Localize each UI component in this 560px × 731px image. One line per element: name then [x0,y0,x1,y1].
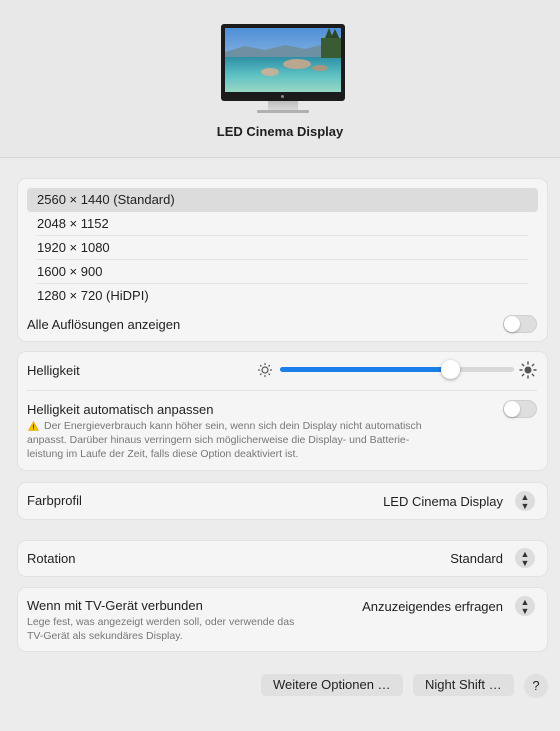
energy-warning-line: anpasst. Darüber hinaus verringern sich … [27,434,410,446]
tv-note-line: TV-Gerät als sekundäres Display. [27,630,183,642]
display-header: LED Cinema Display [0,0,560,158]
resolution-option[interactable]: 1600 × 900 [27,260,538,284]
rotation-stepper[interactable]: ▲ ▼ [515,548,535,568]
monitor-preview [221,24,345,113]
tv-connected-label: Wenn mit TV-Gerät verbunden [27,598,203,613]
show-all-resolutions-label: Alle Auflösungen anzeigen [27,317,181,332]
brightness-high-icon [519,361,537,379]
help-button[interactable]: ? [524,674,548,698]
apple-logo-dot [281,95,284,98]
color-profile-stepper[interactable]: ▲ ▼ [515,491,535,511]
tv-note-line: Lege fest, was angezeigt werden soll, od… [27,616,295,628]
more-options-button[interactable]: Weitere Optionen … [261,674,403,696]
resolution-option[interactable]: 2560 × 1440 (Standard) [27,188,538,212]
color-profile-value[interactable]: LED Cinema Display [383,494,503,509]
auto-brightness-label: Helligkeit automatisch anpassen [27,402,214,417]
brightness-low-icon [257,362,273,378]
monitor-screen [221,24,345,101]
lake-wallpaper-image [225,28,341,92]
brightness-slider-fill [280,367,451,372]
resolution-option[interactable]: 1920 × 1080 [27,236,538,260]
warning-triangle-icon [28,421,39,431]
monitor-stand [268,101,298,110]
display-name: LED Cinema Display [216,124,344,139]
auto-brightness-toggle[interactable] [503,400,537,418]
color-profile-label: Farbprofil [27,493,82,508]
brightness-slider-knob[interactable] [440,360,460,379]
night-shift-button[interactable]: Night Shift … [413,674,514,696]
brightness-slider[interactable] [280,360,514,379]
energy-warning-line: leistung im Laufe der Zeit, falls diese … [27,448,299,460]
rotation-value[interactable]: Standard [450,551,503,566]
tv-connected-stepper[interactable]: ▲ ▼ [515,596,535,616]
rotation-label: Rotation [27,551,76,566]
toggle-knob [504,401,520,417]
resolution-option[interactable]: 1280 × 720 (HiDPI) [27,284,538,308]
divider [27,390,537,391]
monitor-stand-base [257,110,309,113]
energy-warning-line: Der Energieverbrauch kann höher sein, we… [44,420,422,432]
tv-connected-value[interactable]: Anzuzeigendes erfragen [362,599,503,614]
brightness-label: Helligkeit [27,363,80,378]
resolution-option[interactable]: 2048 × 1152 [27,212,538,236]
show-all-resolutions-toggle[interactable] [503,315,537,333]
toggle-knob [504,316,520,332]
